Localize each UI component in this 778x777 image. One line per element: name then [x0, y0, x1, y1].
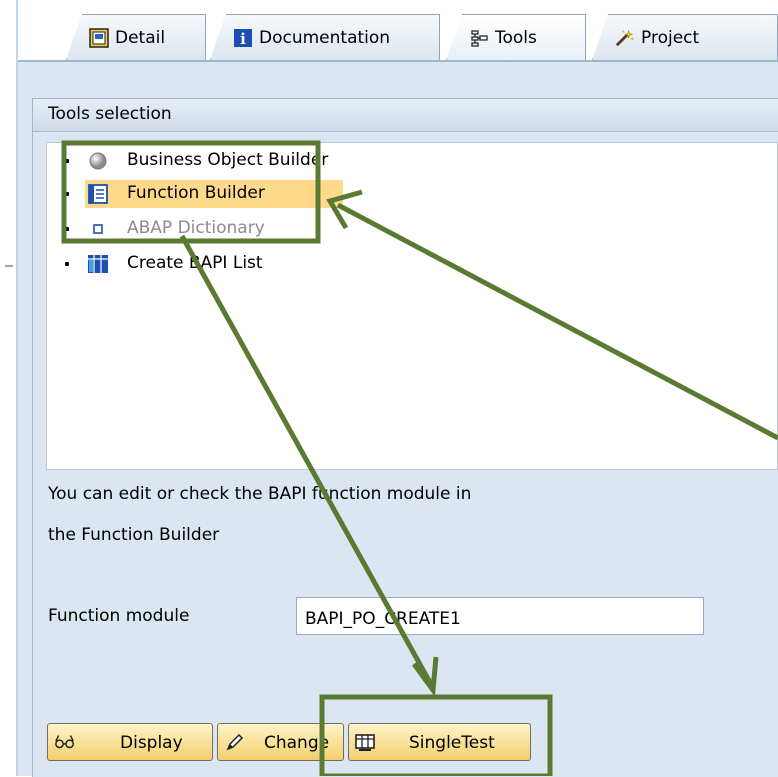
bapi-list-icon — [87, 254, 109, 274]
tools-tree: Business Object Builder Function Builder… — [46, 142, 778, 470]
tree-item-label: Create BAPI List — [127, 253, 263, 273]
pencil-icon — [224, 732, 246, 752]
tab-project-label: Project — [641, 27, 700, 48]
display-button-label: Display — [120, 733, 183, 753]
detail-icon — [89, 27, 109, 48]
function-module-input[interactable] — [296, 597, 704, 635]
tab-project[interactable]: Project — [592, 14, 778, 60]
info-icon: i — [233, 28, 253, 48]
bullet-icon — [65, 159, 69, 163]
display-button[interactable]: Display — [47, 723, 213, 761]
tree-item-label: ABAP Dictionary — [127, 218, 265, 238]
tree-item-create-bapi-list[interactable]: Create BAPI List — [47, 250, 747, 278]
test-icon — [355, 732, 377, 752]
tree-item-abap-dictionary[interactable]: ABAP Dictionary — [47, 215, 747, 243]
panel-title: Tools selection — [48, 104, 172, 124]
tab-documentation-label: Documentation — [259, 27, 391, 48]
function-builder-icon — [87, 184, 109, 204]
single-test-button-label: SingleTest — [409, 733, 495, 753]
change-button-label: Change — [264, 733, 330, 753]
project-wand-icon — [615, 28, 635, 48]
tree-item-business-object-builder[interactable]: Business Object Builder — [47, 147, 747, 175]
change-button[interactable]: Change — [217, 723, 344, 761]
splitter-handle[interactable] — [5, 265, 13, 267]
bullet-icon — [65, 192, 69, 196]
tree-item-label: Business Object Builder — [127, 150, 329, 170]
tree-item-label: Function Builder — [127, 183, 265, 203]
tab-detail[interactable]: Detail — [66, 14, 206, 60]
bullet-icon — [65, 262, 69, 266]
tools-icon — [469, 28, 489, 48]
tab-documentation[interactable]: i Documentation — [210, 14, 440, 60]
glasses-icon — [54, 732, 76, 752]
description-line-1: You can edit or check the BAPI function … — [48, 484, 472, 504]
description-line-2: the Function Builder — [48, 525, 220, 545]
tab-detail-label: Detail — [115, 27, 166, 48]
single-test-button[interactable]: SingleTest — [348, 723, 531, 761]
function-module-label: Function module — [48, 606, 190, 626]
svg-text:i: i — [240, 30, 246, 48]
tree-item-function-builder[interactable]: Function Builder — [47, 180, 747, 208]
bullet-icon — [65, 227, 69, 231]
left-strip — [0, 0, 16, 776]
tab-tools[interactable]: Tools — [446, 14, 586, 60]
business-object-icon — [87, 151, 109, 171]
dictionary-icon — [87, 219, 109, 239]
tab-baseline — [18, 60, 778, 62]
tab-tools-label: Tools — [495, 27, 537, 48]
